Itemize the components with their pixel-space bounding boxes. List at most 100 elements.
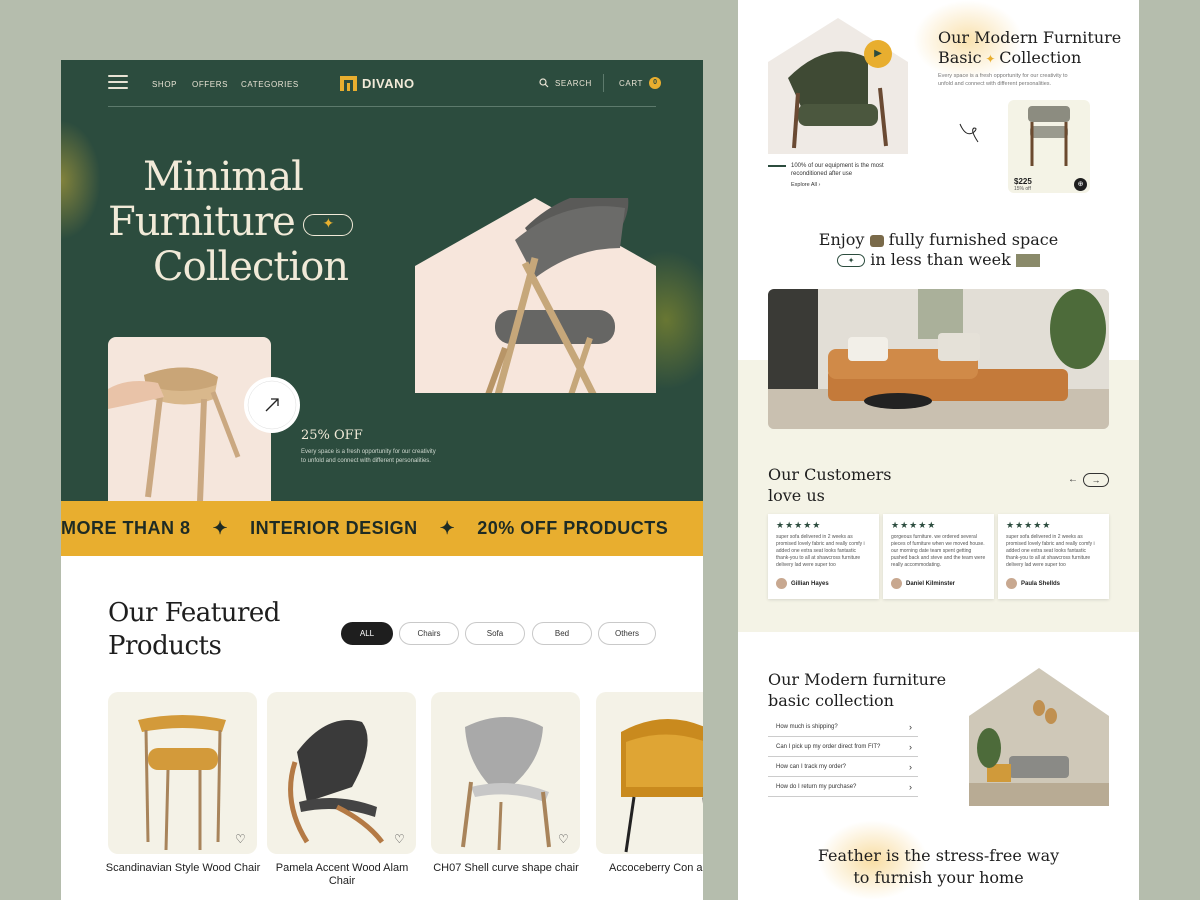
product-card[interactable]: ♡ bbox=[431, 692, 580, 854]
faq-item[interactable]: Can I pick up my order direct from FIT? › bbox=[768, 738, 918, 757]
chevron-right-icon: › bbox=[909, 722, 912, 732]
view-all-badge[interactable] bbox=[244, 377, 300, 433]
faq-item[interactable]: How do I return my purchase? › bbox=[768, 778, 918, 797]
nav-divider bbox=[603, 74, 604, 92]
landing-page-right: ▶ 100% of our equipment is the most reco… bbox=[738, 0, 1139, 900]
explore-label: Explore All bbox=[791, 182, 817, 188]
sparkle-pill-icon: ✦ bbox=[302, 214, 353, 236]
product-name[interactable]: CH07 Shell curve shape chair bbox=[426, 862, 586, 875]
product-name[interactable]: Pamela Accent Wood Alam Chair bbox=[262, 862, 422, 888]
logo-icon bbox=[340, 76, 357, 91]
sparkle-pill-icon: ✦ bbox=[837, 254, 866, 267]
wishlist-heart-icon[interactable]: ♡ bbox=[558, 832, 572, 846]
room-house-image bbox=[969, 668, 1109, 806]
hero-title-line1: Minimal bbox=[143, 154, 304, 200]
reviewer: Paula Shellds bbox=[1006, 578, 1060, 589]
cart-button[interactable]: CART 0 bbox=[619, 77, 662, 89]
wishlist-heart-icon[interactable]: ♡ bbox=[394, 832, 408, 846]
chevron-right-icon: › bbox=[909, 782, 912, 792]
cart-count-badge: 0 bbox=[649, 77, 662, 89]
review-text: super sofa delivered in 2 weeks as promi… bbox=[1006, 534, 1095, 568]
filter-all[interactable]: ALL bbox=[341, 622, 393, 645]
faq-question: Can I pick up my order direct from FIT? bbox=[776, 744, 881, 750]
review-text: super sofa delivered in 2 weeks as promi… bbox=[776, 534, 865, 568]
hero-title-line2: Furniture ✦ bbox=[108, 200, 353, 244]
stat-line bbox=[768, 165, 786, 167]
discount-label: 25% OFF bbox=[301, 428, 363, 443]
avatar bbox=[891, 578, 902, 589]
faq-item[interactable]: How can I track my order? › bbox=[768, 758, 918, 777]
reviewer: Daniel Kilminster bbox=[891, 578, 955, 589]
landing-page-left: SHOP OFFERS CATEGORIES DIVANO SEARCH CAR… bbox=[61, 60, 703, 900]
stat-text: 100% of our equipment is the most recond… bbox=[791, 163, 884, 177]
featured-title: Our Featured Products bbox=[108, 597, 280, 663]
product-card[interactable]: ♡ bbox=[108, 692, 257, 854]
price-off: 15% off bbox=[1014, 186, 1031, 192]
faq-title-line1: Our Modern furniture bbox=[768, 670, 947, 689]
search-link[interactable]: SEARCH bbox=[539, 78, 592, 88]
cart-label: CART bbox=[619, 78, 644, 88]
reviewer: Gillian Hayes bbox=[776, 578, 829, 589]
review-text: gorgeous furniture. we ordered several p… bbox=[891, 534, 986, 568]
hero-chair-image bbox=[415, 188, 656, 460]
armchair-icon bbox=[621, 719, 703, 853]
arrow-up-right-icon bbox=[247, 380, 297, 430]
discount-text: Every space is a fresh opportunity for o… bbox=[301, 449, 436, 464]
price-value: $225 bbox=[1014, 177, 1032, 186]
chevron-right-icon: › bbox=[909, 742, 912, 752]
price-card[interactable]: $225 15% off ⊕ bbox=[1008, 100, 1090, 193]
enjoy-heading: Enjoy fully furnished space ✦ in less th… bbox=[738, 230, 1139, 270]
hero-section: SHOP OFFERS CATEGORIES DIVANO SEARCH CAR… bbox=[61, 60, 703, 502]
filter-chairs[interactable]: Chairs bbox=[399, 622, 459, 645]
review-card: ★★★★★ super sofa delivered in 2 weeks as… bbox=[768, 514, 879, 599]
nav-shop[interactable]: SHOP bbox=[152, 80, 177, 89]
filter-others[interactable]: Others bbox=[598, 622, 656, 645]
prev-arrow-icon[interactable]: ← bbox=[1068, 474, 1078, 485]
customers-title-line1: Our Customers bbox=[768, 465, 892, 484]
marquee-item-3: 20% OFF PRODUCTS bbox=[477, 518, 669, 538]
glow-decor bbox=[61, 120, 101, 240]
featured-title-line1: Our Featured bbox=[108, 598, 280, 628]
sparkle-icon: ✦ bbox=[212, 518, 229, 538]
product-name[interactable]: Scandinavian Style Wood Chair bbox=[103, 862, 263, 875]
product-name[interactable]: Accoceberry Con armchairs bbox=[591, 862, 703, 875]
living-room-icon bbox=[768, 289, 1109, 429]
faq-title-line2: basic collection bbox=[768, 691, 894, 710]
chevron-right-icon: › bbox=[909, 762, 912, 772]
modern-title-line1: Our Modern Furniture bbox=[938, 28, 1122, 47]
marquee-item-2: INTERIOR DESIGN bbox=[250, 518, 418, 538]
cart-icon[interactable]: ⊕ bbox=[1074, 178, 1087, 191]
wishlist-heart-icon[interactable]: ♡ bbox=[235, 832, 249, 846]
modern-title-line2: Basic ✦ Collection bbox=[938, 48, 1121, 69]
armchair-icon bbox=[415, 188, 656, 460]
explore-link[interactable]: Explore All › bbox=[791, 182, 820, 188]
customers-title-line2: love us bbox=[768, 486, 825, 505]
filter-bed[interactable]: Bed bbox=[532, 622, 592, 645]
modern-subtitle: Every space is a fresh opportunity for o… bbox=[938, 73, 1068, 87]
product-card[interactable]: ♡ bbox=[267, 692, 416, 854]
squiggle-arrow-icon bbox=[959, 123, 979, 143]
footer-tagline: Feather is the stress-free way to furnis… bbox=[738, 845, 1139, 889]
avatar bbox=[1006, 578, 1017, 589]
next-arrow-icon[interactable]: → bbox=[1083, 473, 1109, 487]
house-thumb-icon bbox=[1015, 254, 1040, 267]
product-card[interactable] bbox=[596, 692, 703, 854]
play-icon[interactable]: ▶ bbox=[864, 40, 892, 68]
nav-offers[interactable]: OFFERS bbox=[192, 80, 228, 89]
shell-chair-icon bbox=[288, 720, 384, 844]
faq-question: How do I return my purchase? bbox=[776, 784, 857, 790]
enjoy-line2-text: in less than week bbox=[870, 250, 1011, 269]
enjoy-line2: ✦ in less than week bbox=[738, 250, 1139, 270]
reviewer-name: Gillian Hayes bbox=[791, 580, 829, 587]
brand-logo[interactable]: DIVANO bbox=[340, 76, 415, 91]
rating-stars: ★★★★★ bbox=[776, 520, 822, 530]
brand-name: DIVANO bbox=[362, 76, 415, 91]
faq-title: Our Modern furniture basic collection bbox=[768, 669, 946, 711]
filter-sofa[interactable]: Sofa bbox=[465, 622, 525, 645]
enjoy-phrase: fully furnished space bbox=[888, 230, 1059, 249]
rating-stars: ★★★★★ bbox=[1006, 520, 1052, 530]
nav-categories[interactable]: CATEGORIES bbox=[241, 80, 299, 89]
faq-item[interactable]: How much is shipping? › bbox=[768, 718, 918, 737]
faq-question: How can I track my order? bbox=[776, 764, 847, 770]
menu-icon[interactable] bbox=[108, 75, 128, 89]
